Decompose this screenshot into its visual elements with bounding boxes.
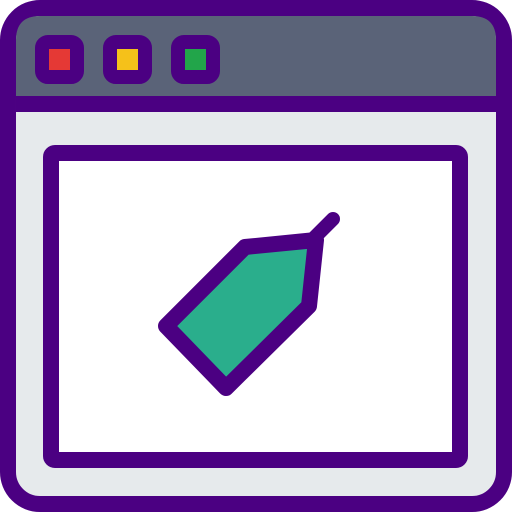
- maximize-control[interactable]: [171, 35, 220, 84]
- close-control[interactable]: [35, 35, 84, 84]
- minimize-control[interactable]: [103, 35, 152, 84]
- browser-window-icon: [0, 0, 512, 512]
- window-controls: [35, 35, 220, 84]
- title-bar: [16, 16, 496, 104]
- browser-window-illustration: [0, 0, 512, 512]
